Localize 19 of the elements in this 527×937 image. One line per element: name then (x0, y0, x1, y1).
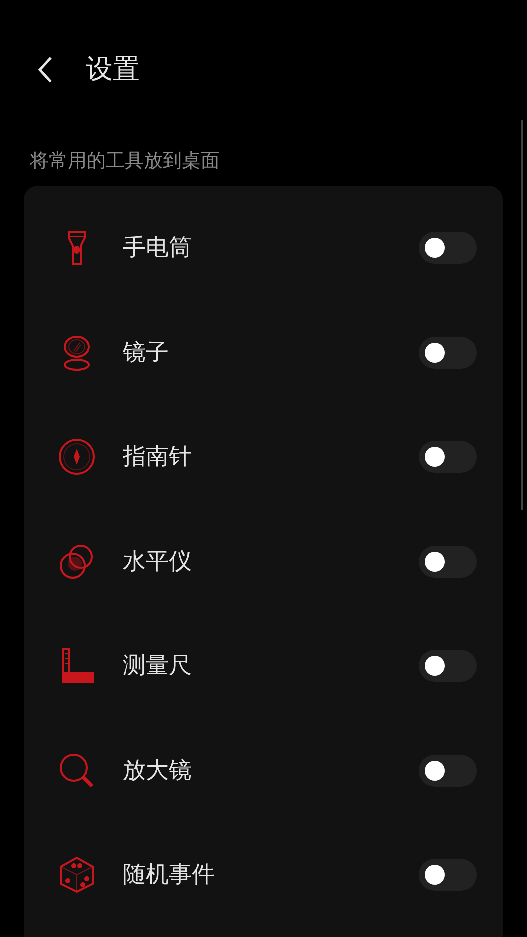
section-label: 将常用的工具放到桌面 (30, 149, 220, 174)
tool-name: 放大镜 (123, 756, 193, 786)
toggle-switch[interactable] (419, 859, 477, 892)
dice-icon (57, 855, 97, 896)
tool-name: 测量尺 (123, 652, 193, 681)
tool-name: 手电筒 (123, 234, 193, 263)
back-icon[interactable] (36, 56, 54, 84)
tool-name: 随机事件 (123, 861, 216, 890)
tool-name: 指南针 (123, 443, 193, 472)
toggle-switch[interactable] (419, 441, 477, 474)
compass-icon (57, 437, 97, 478)
toggle-switch[interactable] (419, 336, 477, 369)
toggle-switch[interactable] (419, 754, 477, 787)
toggle-switch[interactable] (419, 650, 477, 682)
toggle-switch[interactable] (419, 546, 477, 578)
tool-name: 镜子 (123, 338, 170, 368)
page-title: 设置 (86, 53, 140, 87)
toggle-switch[interactable] (419, 232, 477, 264)
tool-name: 水平仪 (123, 548, 193, 576)
